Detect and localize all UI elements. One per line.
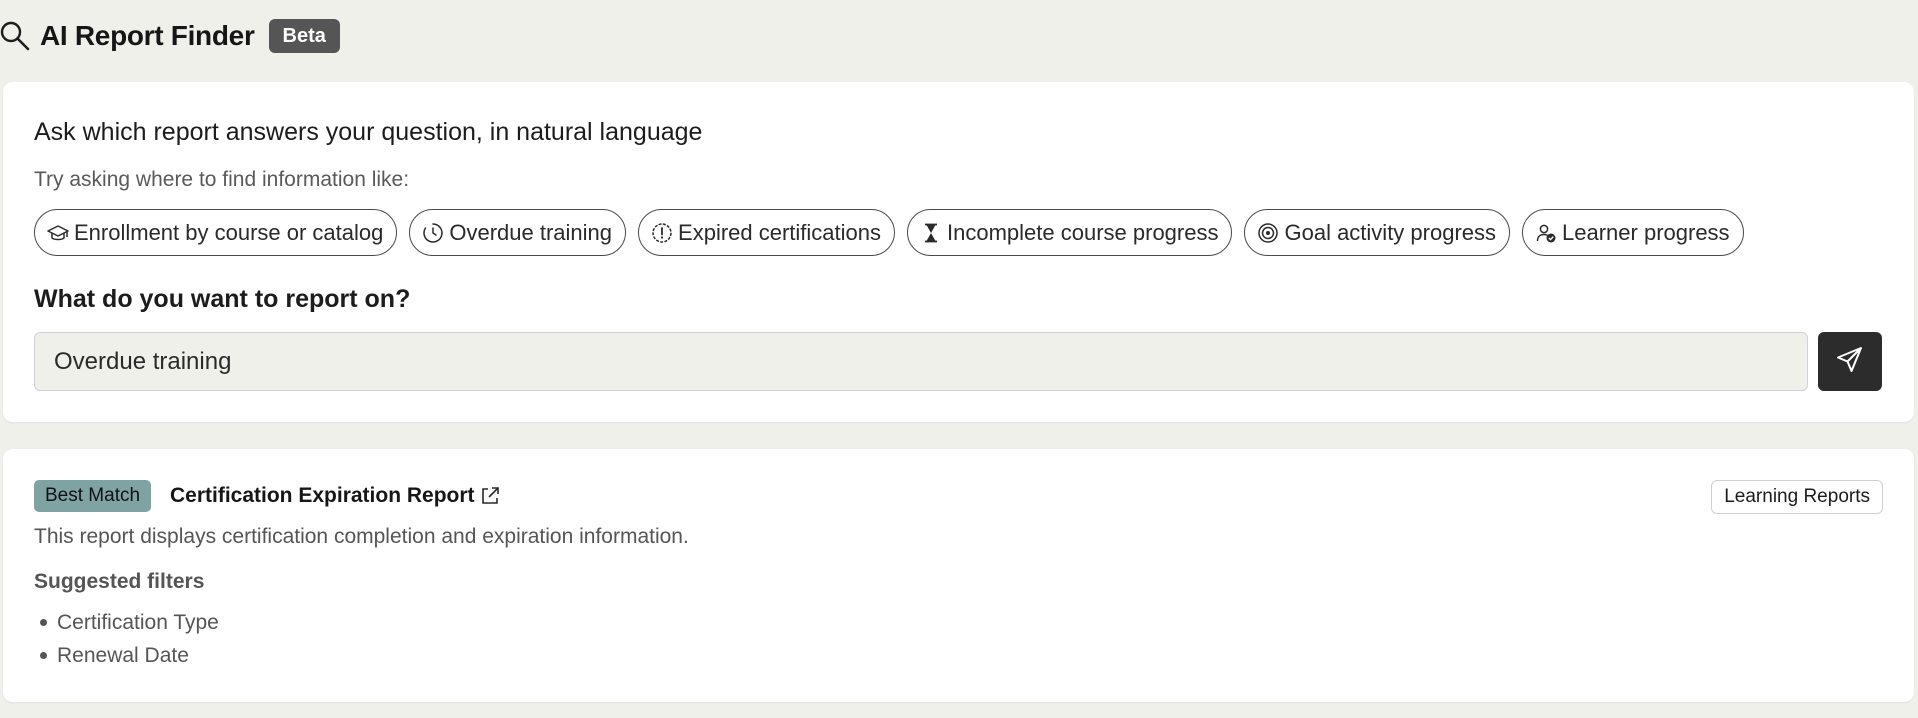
search-icon: [0, 20, 32, 52]
report-query-label: What do you want to report on?: [34, 285, 411, 313]
suggestion-chip-enrollment[interactable]: Enrollment by course or catalog: [34, 209, 398, 256]
external-link-icon: [479, 485, 501, 507]
list-item: Certification Type: [34, 606, 219, 639]
best-match-badge: Best Match: [34, 480, 152, 512]
report-query-input[interactable]: [34, 332, 1808, 391]
suggestion-chip-overdue[interactable]: Overdue training: [409, 209, 627, 256]
hourglass-icon: [920, 222, 942, 244]
report-title: Certification Expiration Report: [170, 484, 475, 507]
report-category-tag: Learning Reports: [1711, 480, 1883, 514]
suggestion-chip-label: Goal activity progress: [1284, 219, 1497, 245]
ask-card: Ask which report answers your question, …: [3, 82, 1914, 422]
ask-hint: Try asking where to find information lik…: [34, 168, 410, 191]
target-icon: [1257, 222, 1279, 244]
suggestion-chip-label: Overdue training: [449, 219, 613, 245]
suggestion-chip-label: Expired certifications: [678, 219, 882, 245]
suggestion-chip-goal[interactable]: Goal activity progress: [1244, 209, 1511, 256]
report-description: This report displays certification compl…: [34, 525, 689, 548]
graduation-cap-icon: [47, 222, 69, 244]
send-icon: [1835, 344, 1865, 379]
clock-icon: [422, 222, 444, 244]
suggestion-chip-incomplete[interactable]: Incomplete course progress: [907, 209, 1233, 256]
suggestion-chips: Enrollment by course or catalog Overdue …: [34, 209, 1744, 256]
bullet-icon: [40, 652, 47, 659]
user-check-icon: [1535, 222, 1557, 244]
suggested-filters-heading: Suggested filters: [34, 570, 205, 593]
report-link[interactable]: Certification Expiration Report: [170, 480, 501, 512]
suggestion-chip-label: Enrollment by course or catalog: [74, 219, 384, 245]
ask-heading: Ask which report answers your question, …: [34, 118, 703, 146]
list-item: Renewal Date: [34, 639, 219, 672]
bullet-icon: [40, 619, 47, 626]
filter-label: Certification Type: [57, 610, 219, 634]
suggestion-chip-learner[interactable]: Learner progress: [1522, 209, 1744, 256]
send-button[interactable]: [1818, 332, 1882, 391]
beta-badge: Beta: [268, 19, 340, 53]
page-title: AI Report Finder: [40, 20, 255, 51]
page-header: AI Report Finder Beta: [0, 16, 340, 56]
result-card: Best Match Certification Expiration Repo…: [3, 449, 1914, 702]
suggested-filters-list: Certification Type Renewal Date: [34, 606, 219, 672]
alert-circle-icon: [651, 222, 673, 244]
suggestion-chip-expired[interactable]: Expired certifications: [638, 209, 896, 256]
suggestion-chip-label: Learner progress: [1562, 219, 1730, 245]
filter-label: Renewal Date: [57, 643, 189, 667]
suggestion-chip-label: Incomplete course progress: [947, 219, 1219, 245]
